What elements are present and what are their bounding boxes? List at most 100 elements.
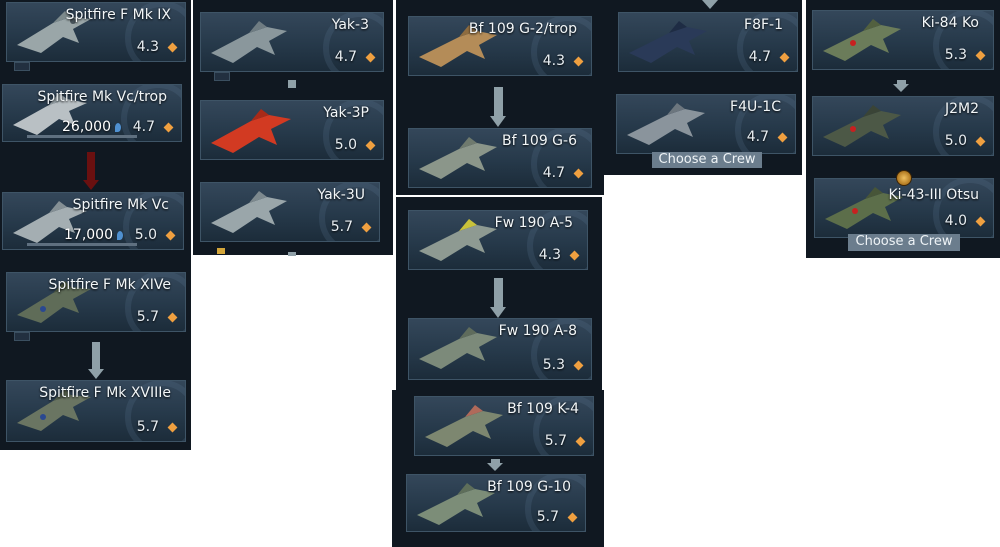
vehicle-name: Spitfire Mk Vc	[72, 197, 169, 213]
diamond-icon	[975, 136, 986, 147]
vehicle-name: Ki-84 Ko	[921, 15, 979, 31]
rank-badge-icon	[896, 170, 912, 186]
vehicle-name: Spitfire Mk Vc/trop	[37, 89, 168, 105]
vehicle-name: Yak-3U	[317, 187, 365, 203]
diamond-icon	[569, 250, 580, 261]
vehicle-card-spitfire-f-mk-xive[interactable]: Spitfire F Mk XIVe 5.7	[6, 272, 186, 332]
arrow-bf109-g6-head	[490, 116, 506, 127]
f4u-1c-icon	[627, 103, 705, 145]
vehicle-card-yak-3p[interactable]: Yak-3P 5.0	[200, 100, 384, 160]
research-progress-bar	[27, 135, 137, 138]
vehicle-name: Spitfire F Mk IX	[65, 7, 171, 23]
diamond-icon	[365, 140, 376, 151]
arrow-fw190-a8	[494, 278, 503, 308]
vehicle-name: Fw 190 A-8	[498, 323, 577, 339]
research-progress-bar	[27, 243, 137, 246]
arrow-j2m2-head	[893, 84, 909, 92]
diamond-icon	[163, 122, 174, 133]
card-tab	[214, 72, 230, 81]
vehicle-name: Bf 109 G-10	[487, 479, 571, 495]
j2m2-icon	[823, 105, 901, 147]
vehicle-name: Spitfire F Mk XIVe	[48, 277, 171, 293]
arrow-fw190-a8-head	[490, 307, 506, 318]
vehicle-name: Yak-3P	[323, 105, 369, 121]
vehicle-card-spitfire-f-mk-ix[interactable]: Spitfire F Mk IX 4.3	[6, 2, 186, 62]
choose-crew-button[interactable]: Choose a Crew	[848, 234, 960, 251]
diamond-icon	[365, 52, 376, 63]
vehicle-card-yak-3u[interactable]: Yak-3U 5.7	[200, 182, 380, 242]
vehicle-card-fw-190-a-8[interactable]: Fw 190 A-8 5.3	[408, 318, 592, 380]
vehicle-name: F4U-1C	[730, 99, 781, 115]
vehicle-card-spitfire-mk-vc[interactable]: Spitfire Mk Vc 17,000 5.0	[2, 192, 184, 250]
vehicle-name: J2M2	[944, 101, 979, 117]
yak-3u-icon	[211, 191, 287, 233]
fw-190-a-5-icon	[419, 219, 497, 261]
vehicle-name: Spitfire F Mk XVIIIe	[39, 385, 171, 401]
choose-crew-button[interactable]: Choose a Crew	[652, 152, 762, 168]
arrow-yak-3u	[288, 252, 296, 256]
vehicle-name: Bf 109 G-2/trop	[468, 21, 577, 37]
vehicle-name: F8F-1	[744, 17, 783, 33]
diamond-icon	[167, 312, 178, 323]
battle-rating: 5.7	[536, 509, 559, 525]
diamond-icon	[975, 50, 986, 61]
vehicle-card-spitfire-mk-vc-trop[interactable]: Spitfire Mk Vc/trop 26,000 4.7	[2, 84, 182, 142]
battle-rating: 5.7	[544, 433, 567, 449]
diamond-icon	[573, 168, 584, 179]
f8f-1-icon	[629, 21, 707, 63]
vehicle-name: Yak-3	[331, 17, 369, 33]
vehicle-card-yak-3[interactable]: Yak-3 4.7	[200, 12, 384, 72]
diamond-icon	[165, 230, 176, 241]
vehicle-card-bf-109-g-6[interactable]: Bf 109 G-6 4.7	[408, 128, 592, 188]
vehicle-card-bf-109-g-2-trop[interactable]: Bf 109 G-2/trop 4.3	[408, 16, 592, 76]
diamond-icon	[975, 216, 986, 227]
battle-rating: 4.7	[746, 129, 769, 145]
vehicle-name: Bf 109 K-4	[507, 401, 579, 417]
battle-rating: 4.3	[538, 247, 561, 263]
arrow-into-f8f	[702, 0, 718, 9]
diamond-icon	[167, 422, 178, 433]
battle-rating: 5.3	[542, 357, 565, 373]
ki-84-ko-icon	[823, 19, 901, 61]
card-tab	[14, 62, 30, 71]
vehicle-card-j2m2[interactable]: J2M2 5.0	[812, 96, 994, 156]
research-point-icon	[117, 231, 123, 240]
vehicle-card-ki-43-iii-otsu[interactable]: Ki-43-III Otsu 4.0	[814, 178, 994, 238]
battle-rating: 5.3	[944, 47, 967, 63]
card-tab	[14, 332, 30, 341]
battle-rating: 4.7	[334, 49, 357, 65]
vehicle-card-fw-190-a-5[interactable]: Fw 190 A-5 4.3	[408, 210, 588, 270]
vehicle-card-bf-109-g-10[interactable]: Bf 109 G-10 5.7	[406, 474, 586, 532]
battle-rating: 4.3	[542, 53, 565, 69]
battle-rating: 5.0	[944, 133, 967, 149]
arrow-spitfire-vc	[87, 152, 95, 180]
vehicle-name: Fw 190 A-5	[494, 215, 573, 231]
vehicle-card-spitfire-f-mk-xviiie[interactable]: Spitfire F Mk XVIIIe 5.7	[6, 380, 186, 442]
diamond-icon	[575, 436, 586, 447]
vehicle-card-f4u-1c[interactable]: F4U-1C 4.7	[616, 94, 796, 154]
battle-rating: 4.7	[542, 165, 565, 181]
battle-rating: 4.7	[132, 119, 155, 135]
arrow-bf109-g10-head	[487, 463, 503, 471]
diamond-icon	[567, 512, 578, 523]
arrow-spitfire-vc-head	[83, 180, 99, 190]
diamond-icon	[573, 360, 584, 371]
battle-rating: 5.7	[136, 309, 159, 325]
vehicle-name: Ki-43-III Otsu	[888, 187, 979, 203]
battle-rating: 5.0	[334, 137, 357, 153]
arrow-bf109-g6	[494, 87, 503, 117]
arrow-spitfire-xviii-head	[88, 369, 104, 379]
battle-rating: 5.7	[330, 219, 353, 235]
research-cost: 17,000	[64, 227, 113, 243]
arrow-yak-3p	[288, 80, 296, 88]
vehicle-card-ki-84-ko[interactable]: Ki-84 Ko 5.3	[812, 10, 994, 70]
battle-rating: 5.7	[136, 419, 159, 435]
battle-rating: 5.0	[134, 227, 157, 243]
vehicle-card-f8f-1[interactable]: F8F-1 4.7	[618, 12, 798, 72]
vehicle-card-bf-109-k-4[interactable]: Bf 109 K-4 5.7	[414, 396, 594, 456]
arrow-spitfire-xviii	[92, 342, 100, 370]
bf-109-g-6-icon	[419, 137, 497, 179]
yak-3-icon	[211, 21, 287, 63]
fw-190-a-8-icon	[419, 327, 497, 369]
diamond-icon	[573, 56, 584, 67]
